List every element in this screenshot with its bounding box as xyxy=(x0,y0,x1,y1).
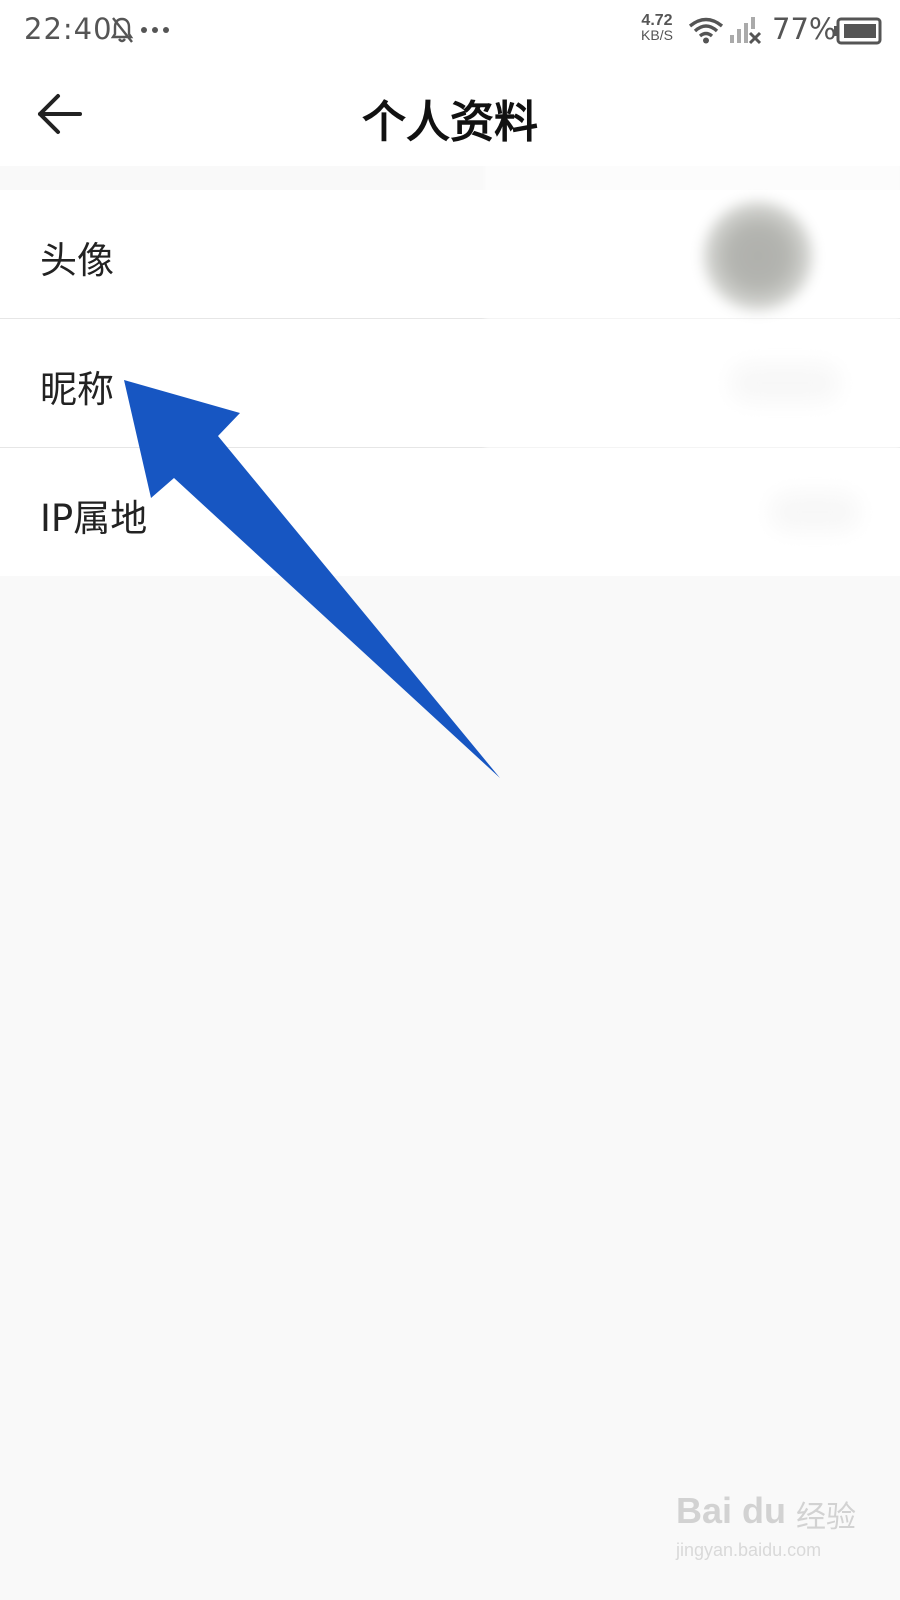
row-label-ip-location: IP属地 xyxy=(40,497,148,540)
status-time: 22:40 xyxy=(24,12,113,46)
wifi-icon xyxy=(688,17,724,44)
net-speed: 4.72 KB/S xyxy=(630,13,684,43)
more-dots-icon xyxy=(141,27,169,33)
bell-muted-icon xyxy=(110,17,134,43)
watermark-text: 经验 xyxy=(796,1500,856,1535)
watermark-url: jingyan.baidu.com xyxy=(676,1540,822,1560)
net-speed-unit: KB/S xyxy=(641,27,673,43)
battery-percent: 77% xyxy=(772,12,837,46)
status-bar: 22:40 4.72 KB/S 77% xyxy=(0,0,900,62)
net-speed-value: 4.72 xyxy=(641,12,673,29)
watermark: Bai du 经验 jingyan.baidu.com xyxy=(676,1470,886,1580)
signal-no-service-icon xyxy=(730,17,762,45)
battery-icon xyxy=(834,17,882,45)
privacy-blur-overlay xyxy=(485,160,900,564)
watermark-logo: Bai du xyxy=(676,1490,787,1531)
page-title: 个人资料 xyxy=(362,97,538,148)
row-label-avatar: 头像 xyxy=(40,239,114,282)
row-label-nickname: 昵称 xyxy=(40,368,114,411)
top-app-bar: 个人资料 xyxy=(0,62,900,166)
